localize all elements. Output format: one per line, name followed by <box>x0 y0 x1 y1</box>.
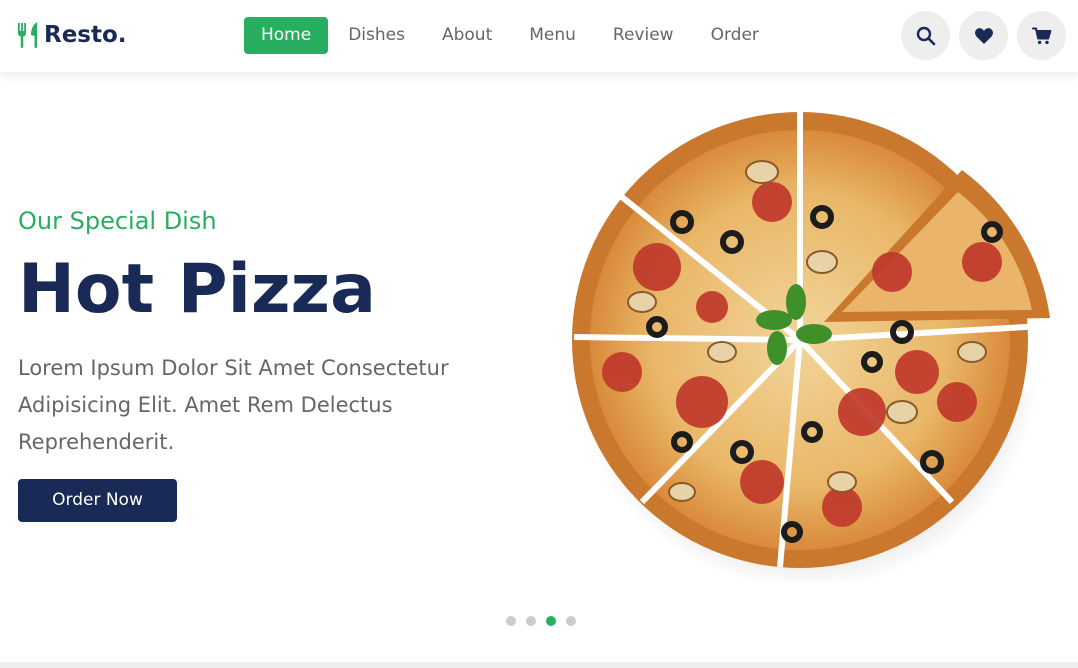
order-now-button[interactable]: Order Now <box>18 479 177 522</box>
nav-dishes[interactable]: Dishes <box>331 17 422 54</box>
nav-order[interactable]: Order <box>694 17 776 54</box>
nav-about[interactable]: About <box>425 17 509 54</box>
logo[interactable]: Resto. <box>17 18 127 52</box>
slider-dot-2[interactable] <box>526 616 536 626</box>
slider-dot-4[interactable] <box>566 616 576 626</box>
cart-icon <box>1031 27 1051 44</box>
section-divider <box>0 662 1078 668</box>
header-icons <box>892 11 1066 60</box>
hero-title: Hot Pizza <box>18 250 376 329</box>
hero-description: Lorem Ipsum Dolor Sit Amet Consectetur A… <box>18 356 449 454</box>
slider-dot-3[interactable] <box>546 616 556 626</box>
nav-review[interactable]: Review <box>596 17 691 54</box>
hero-slider: Our Special Dish Hot Pizza Lorem Ipsum D… <box>0 72 1078 662</box>
slider-pagination <box>506 616 586 626</box>
main-nav: Home Dishes About Menu Review Order <box>244 17 779 54</box>
header: Resto. Home Dishes About Menu Review Ord… <box>0 0 1078 72</box>
slider-dot-1[interactable] <box>506 616 516 626</box>
nav-menu[interactable]: Menu <box>512 17 593 54</box>
wishlist-button[interactable] <box>959 11 1008 60</box>
logo-text: Resto. <box>44 22 127 48</box>
pizza-image <box>572 112 1050 582</box>
search-button[interactable] <box>901 11 950 60</box>
heart-icon <box>974 27 993 44</box>
hero-subtitle: Our Special Dish <box>18 207 217 235</box>
nav-home[interactable]: Home <box>244 17 329 54</box>
search-icon <box>916 26 935 45</box>
utensils-icon <box>18 22 37 48</box>
cart-button[interactable] <box>1017 11 1066 60</box>
